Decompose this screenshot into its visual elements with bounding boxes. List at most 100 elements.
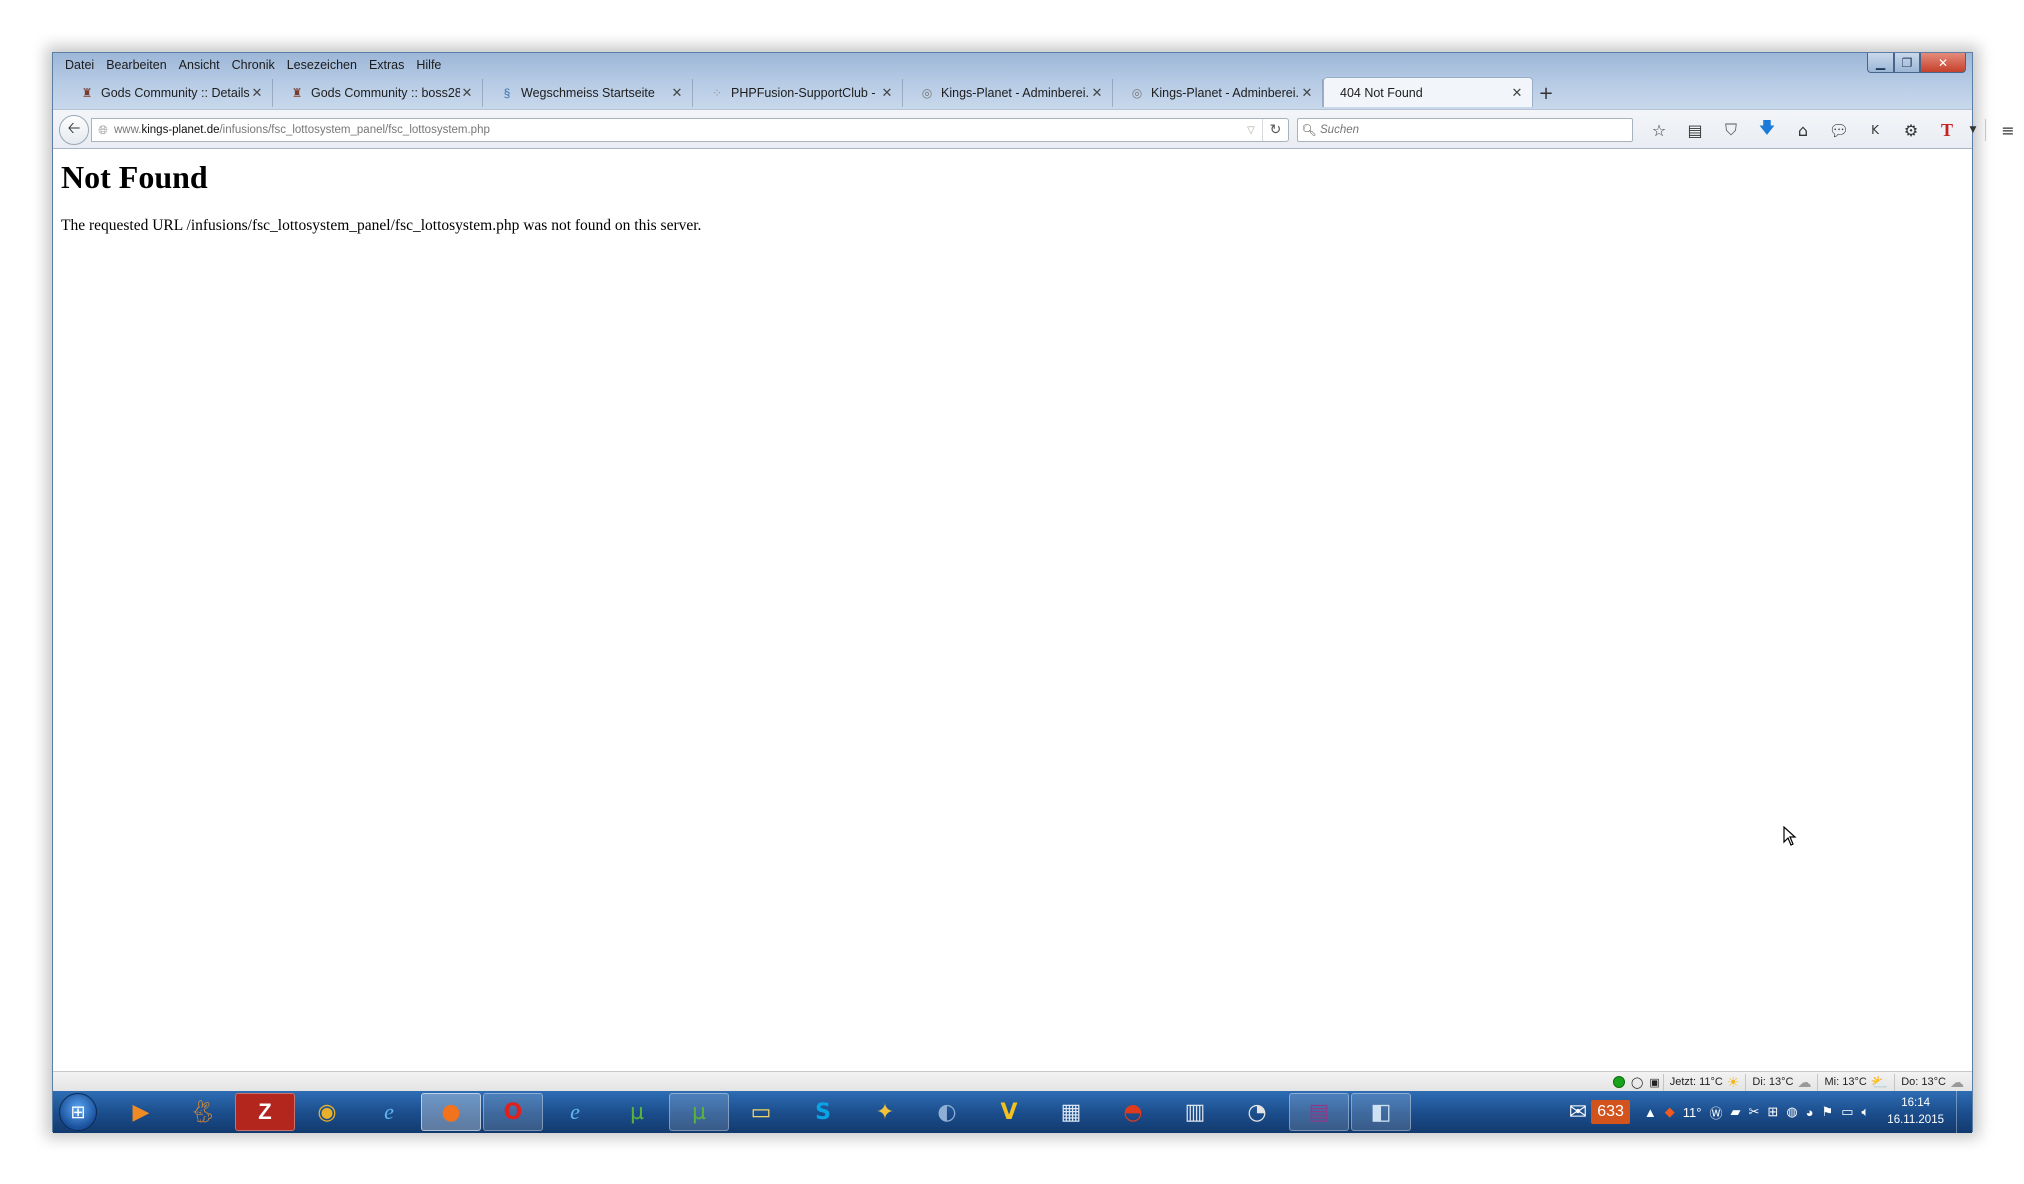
minimize-button[interactable]: ▁ [1867, 53, 1894, 73]
url-text[interactable]: www.kings-planet.de/infusions/fsc_lottos… [114, 124, 1240, 136]
close-tab-icon[interactable]: ✕ [460, 85, 474, 101]
calendar-icon[interactable]: ▣ [1649, 1076, 1659, 1089]
reading-list-icon[interactable]: ▤ [1677, 121, 1713, 140]
mail-notifier[interactable]: ✉ 633 [1569, 1099, 1630, 1125]
media-player-icon[interactable]: ▶ [111, 1093, 171, 1131]
menu-bearbeiten[interactable]: Bearbeiten [100, 56, 172, 74]
image-viewer-icon[interactable]: ▦ [1041, 1093, 1101, 1131]
clock-date: 16.11.2015 [1887, 1114, 1944, 1126]
reload-icon[interactable]: ↻ [1262, 119, 1288, 141]
close-tab-icon[interactable]: ✕ [1090, 85, 1104, 101]
windows-tray-icon[interactable]: ⊞ [1767, 1104, 1778, 1120]
system-clock[interactable]: 16:14 16.11.2015 [1887, 1095, 1944, 1129]
weather-do[interactable]: Do: 13°C ☁ [1894, 1073, 1970, 1091]
close-window-button[interactable]: ✕ [1920, 53, 1966, 73]
close-tab-icon[interactable]: ✕ [670, 85, 684, 101]
clock-icon[interactable]: ◯ [1631, 1076, 1643, 1089]
vivaldi-v-icon[interactable]: V [979, 1093, 1039, 1131]
internet-explorer-2-icon[interactable]: e [545, 1093, 605, 1131]
url-bar[interactable]: 🌐︎ www.kings-planet.de/infusions/fsc_lot… [91, 118, 1289, 142]
tab-label: Kings-Planet - Adminberei... [941, 86, 1090, 100]
menu-ansicht[interactable]: Ansicht [173, 56, 226, 74]
addon-dropdown-icon[interactable]: ▼ [1965, 125, 1981, 135]
tab-gods-community-boss[interactable]: ♜ Gods Community :: boss28... ✕ [273, 79, 483, 107]
tab-label: Wegschmeiss Startseite [521, 86, 655, 100]
display-tray-icon[interactable]: ▭ [1841, 1104, 1853, 1120]
tab-wegschmeiss[interactable]: § Wegschmeiss Startseite ✕ [483, 79, 693, 107]
calculator-icon[interactable]: ▥ [1165, 1093, 1225, 1131]
internet-explorer-icon[interactable]: e [359, 1093, 419, 1131]
close-tab-icon[interactable]: ✕ [880, 85, 894, 101]
new-tab-button[interactable]: + [1533, 79, 1559, 107]
menu-hamburger-icon[interactable]: ≡ [1990, 121, 2024, 140]
menu-hilfe[interactable]: Hilfe [410, 56, 447, 74]
show-desktop-button[interactable] [1956, 1091, 1966, 1133]
weather-di[interactable]: Di: 13°C ☁ [1745, 1073, 1817, 1091]
chat-icon[interactable]: 💬︎ [1821, 121, 1857, 140]
tab-gods-community-details[interactable]: ♜ Gods Community :: Details... ✕ [63, 79, 273, 107]
menu-lesezeichen[interactable]: Lesezeichen [281, 56, 363, 74]
tab-label: Gods Community :: Details... [101, 86, 250, 100]
puzzle-app-icon[interactable]: ✦ [855, 1093, 915, 1131]
weather-label: Mi: 13°C [1824, 1076, 1867, 1088]
status-green-icon[interactable] [1613, 1076, 1626, 1088]
temperature-tray[interactable]: 11° [1683, 1105, 1702, 1120]
taskbar: ⊞ ▶ 🐇︎ Z ◉ e ● O e µ µ ▭ S ✦ ◐ V ▦ ◓ ▥ ◔ [53, 1091, 1972, 1133]
close-tab-icon[interactable]: ✕ [1300, 85, 1314, 101]
addon-gears-icon[interactable]: ⚙ [1893, 121, 1929, 140]
home-icon[interactable]: ⌂ [1785, 121, 1821, 140]
flag-tray-icon[interactable]: ⚑ [1822, 1104, 1834, 1120]
taskbar-apps: ▶ 🐇︎ Z ◉ e ● O e µ µ ▭ S ✦ ◐ V ▦ ◓ ▥ ◔ ▤ [111, 1093, 1413, 1131]
media-app-icon[interactable]: ◐ [917, 1093, 977, 1131]
opera-icon[interactable]: O [483, 1093, 543, 1131]
file-explorer-icon[interactable]: ▭ [731, 1093, 791, 1131]
addon-t-icon[interactable]: T [1929, 120, 1965, 141]
filezilla-icon[interactable]: Z [235, 1093, 295, 1131]
search-bar[interactable]: 🔍︎ [1297, 118, 1633, 142]
utorrent-2-icon[interactable]: µ [669, 1093, 729, 1131]
window-app-icon[interactable]: ◧ [1351, 1093, 1411, 1131]
mail-envelope-icon: ✉ [1568, 1099, 1588, 1124]
wegschmeiss-favicon-icon: § [503, 86, 511, 100]
tools-tray-icon[interactable]: ✂ [1749, 1104, 1760, 1120]
maximize-button[interactable]: ❐ [1894, 53, 1920, 73]
rabbit-app-icon[interactable]: 🐇︎ [173, 1093, 233, 1131]
tab-404-not-found[interactable]: 404 Not Found ✕ [1323, 77, 1533, 107]
navigation-bar: 🡠 🌐︎ www.kings-planet.de/infusions/fsc_l… [53, 109, 2015, 149]
tab-kings-planet-1[interactable]: ◎ Kings-Planet - Adminberei... ✕ [903, 79, 1113, 107]
addon-k-icon[interactable]: K [1857, 123, 1893, 137]
gods-favicon-icon: ♜ [81, 86, 93, 100]
search-input[interactable] [1320, 124, 1632, 136]
pocket-icon[interactable]: ⛉ [1713, 120, 1749, 140]
utorrent-icon[interactable]: µ [607, 1093, 667, 1131]
weather-now[interactable]: Jetzt: 11°C ☀ [1662, 1073, 1746, 1091]
site-identity-icon[interactable]: 🌐︎ [92, 123, 114, 138]
disk-app-icon[interactable]: ◔ [1227, 1093, 1287, 1131]
network-tray-icon[interactable]: ◍ [1786, 1104, 1797, 1120]
weather-mi[interactable]: Mi: 13°C ⛅ [1817, 1073, 1894, 1091]
gpu-tray-icon[interactable]: ▰ [1731, 1104, 1741, 1120]
menu-chronik[interactable]: Chronik [226, 56, 281, 74]
wordpress-tray-icon[interactable]: Ⓦ [1710, 1103, 1723, 1122]
close-tab-icon[interactable]: ✕ [1510, 85, 1524, 101]
history-dropdown-icon[interactable]: ▽ [1240, 125, 1262, 136]
firefox-icon[interactable]: ● [421, 1093, 481, 1131]
back-button[interactable]: 🡠 [59, 115, 89, 145]
skype-icon[interactable]: S [793, 1093, 853, 1131]
tab-kings-planet-2[interactable]: ◎ Kings-Planet - Adminberei... ✕ [1113, 79, 1323, 107]
show-hidden-icons-icon[interactable]: ▲ [1644, 1105, 1657, 1120]
tab-phpfusion-supportclub[interactable]: ⁘ PHPFusion-SupportClub - ... ✕ [693, 79, 903, 107]
app-tray-icon[interactable]: ◕ [1806, 1105, 1814, 1120]
volume-icon[interactable]: 🔈︎ [1861, 1104, 1869, 1120]
close-tab-icon[interactable]: ✕ [250, 85, 264, 101]
menu-datei[interactable]: Datei [59, 56, 100, 74]
chrome-icon[interactable]: ◉ [297, 1093, 357, 1131]
page-title: Not Found [61, 159, 208, 195]
menu-extras[interactable]: Extras [363, 56, 410, 74]
winrar-icon[interactable]: ▤ [1289, 1093, 1349, 1131]
red-app-icon[interactable]: ◓ [1103, 1093, 1163, 1131]
downloads-icon[interactable]: 🡇 [1749, 117, 1785, 144]
bookmark-star-icon[interactable]: ☆ [1641, 121, 1677, 140]
flame-tray-icon[interactable]: ◆ [1665, 1104, 1675, 1120]
start-button[interactable]: ⊞ [59, 1093, 97, 1131]
